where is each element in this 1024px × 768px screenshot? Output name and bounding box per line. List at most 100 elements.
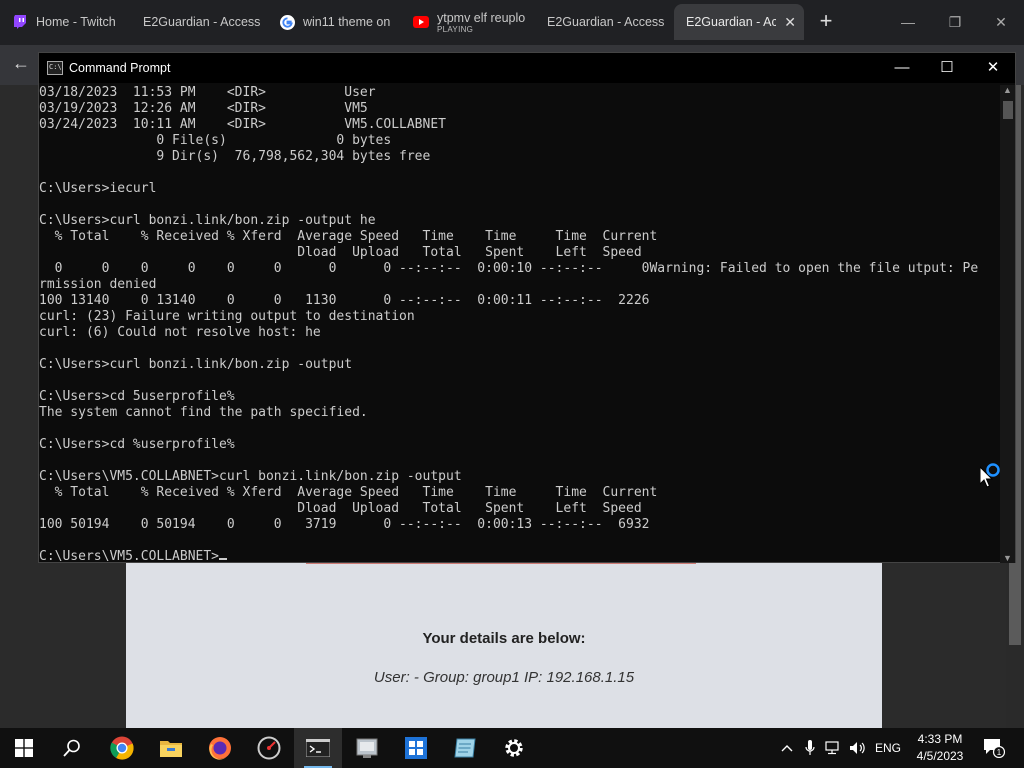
tab-youtube[interactable]: ytpmv elf reuplo PLAYING (401, 4, 531, 40)
minimize-button[interactable]: — (887, 57, 917, 79)
details-heading: Your details are below: (422, 630, 586, 647)
tab-e2guardian-2[interactable]: E2Guardian - Access D (535, 4, 665, 40)
google-icon (279, 14, 295, 30)
console-prompt: C:\Users\VM5.COLLABNET> (39, 549, 220, 563)
command-prompt-window[interactable]: C:\ Command Prompt — ☐ ✕ 03/18/2023 11:5… (38, 52, 1016, 563)
twitch-icon (12, 14, 28, 30)
chevron-up-icon[interactable] (778, 728, 796, 768)
taskbar: ENG 4:33 PM 4/5/2023 1 (0, 728, 1024, 768)
tab-twitch[interactable]: Home - Twitch (0, 4, 130, 40)
tab-title: E2Guardian - Access D (547, 15, 665, 29)
taskbar-speedometer[interactable] (245, 728, 293, 768)
console-line: C:\Users>curl bonzi.link/bon.zip -output… (39, 213, 376, 228)
console-line: 0 0 0 0 0 0 0 0 --:--:-- 0:00:10 --:--:-… (39, 261, 979, 276)
clock[interactable]: 4:33 PM 4/5/2023 (908, 731, 972, 765)
tab-title: E2Guardian - Acce (686, 15, 776, 29)
console-line: C:\Users>cd %userprofile% (39, 437, 235, 452)
tab-playing-label: PLAYING (437, 25, 474, 34)
taskbar-chrome[interactable] (98, 728, 146, 768)
file-explorer-icon (160, 741, 182, 757)
chrome-icon (110, 736, 134, 760)
console-line: curl: (23) Failure writing output to des… (39, 309, 415, 324)
console-line: curl: (6) Could not resolve host: he (39, 325, 321, 340)
notification-button[interactable]: 1 (980, 728, 1008, 768)
busy-cursor-icon (980, 463, 1000, 488)
taskbar-firefox[interactable] (196, 728, 244, 768)
console-prompt-line[interactable]: C:\Users\VM5.COLLABNET> (39, 549, 999, 563)
console-line: C:\Users>iecurl (39, 181, 157, 196)
tab-e2guardian-1[interactable]: E2Guardian - Access D (131, 4, 261, 40)
app-icon (356, 738, 378, 758)
tab-title: Home - Twitch (36, 15, 116, 29)
taskbar-file-explorer[interactable] (147, 728, 195, 768)
close-icon[interactable]: ✕ (784, 14, 796, 31)
speedometer-icon (257, 736, 281, 760)
maximize-button[interactable]: ☐ (932, 57, 962, 79)
browser-minimize-button[interactable]: — (893, 8, 923, 36)
firefox-icon (209, 737, 231, 760)
tab-title: ytpmv elf reuplo (437, 11, 526, 25)
taskbar-settings[interactable] (490, 728, 538, 768)
console-line: 03/19/2023 12:26 AM <DIR> VM5 (39, 101, 368, 116)
start-icon (15, 739, 33, 757)
console-line: 03/24/2023 10:11 AM <DIR> VM5.COLLABNET (39, 117, 446, 132)
console-line: The system cannot find the path specifie… (39, 405, 368, 420)
taskbar-command-prompt[interactable] (294, 728, 342, 768)
close-button[interactable]: ✕ (978, 57, 1008, 79)
taskbar-windows-app[interactable] (392, 728, 440, 768)
command-prompt-icon (306, 739, 330, 757)
console-line: 03/18/2023 11:53 PM <DIR> User (39, 85, 376, 100)
window-title: Command Prompt (69, 61, 171, 75)
settings-icon (505, 739, 523, 757)
command-prompt-icon: C:\ (47, 61, 63, 75)
tab-win11-theme[interactable]: win11 theme on (267, 4, 397, 40)
console-line: rmission denied (39, 277, 157, 292)
scroll-thumb[interactable] (1003, 101, 1013, 119)
tab-title: win11 theme on (303, 15, 391, 29)
network-icon[interactable] (824, 728, 844, 768)
volume-icon[interactable] (848, 728, 868, 768)
browser-tab-strip: Home - Twitch E2Guardian - Access D win1… (0, 0, 1024, 45)
details-line: User: - Group: group1 IP: 192.168.1.15 (373, 669, 635, 686)
scroll-down-icon[interactable]: ▼ (1003, 553, 1012, 563)
language-indicator[interactable]: ENG (872, 728, 904, 768)
console-line: C:\Users>cd 5userprofile% (39, 389, 235, 404)
console-line: Dload Upload Total Spent Left Speed (39, 501, 642, 516)
scroll-up-icon[interactable]: ▲ (1003, 85, 1012, 95)
tab-e2guardian-active[interactable]: E2Guardian - Acce ✕ (674, 4, 804, 40)
taskbar-app[interactable] (343, 728, 391, 768)
taskbar-notepad[interactable] (441, 728, 489, 768)
console-line: Dload Upload Total Spent Left Speed (39, 245, 642, 260)
youtube-icon (413, 14, 429, 30)
back-arrow-icon[interactable]: ← (12, 53, 30, 74)
console-line: C:\Users\VM5.COLLABNET>curl bonzi.link/b… (39, 469, 462, 484)
console-line: 100 13140 0 13140 0 0 1130 0 --:--:-- 0:… (39, 293, 650, 308)
clock-date: 4/5/2023 (916, 749, 964, 763)
console-line: C:\Users>curl bonzi.link/bon.zip -output (39, 357, 353, 372)
search-icon (63, 739, 80, 757)
clock-time: 4:33 PM (917, 732, 963, 746)
console-line: 0 File(s) 0 bytes (39, 133, 392, 148)
text-cursor (219, 558, 228, 560)
microphone-icon[interactable] (802, 728, 818, 768)
console-line: 100 50194 0 50194 0 0 3719 0 --:--:-- 0:… (39, 517, 650, 532)
notepad-icon (454, 738, 476, 758)
browser-close-button[interactable]: ✕ (986, 8, 1016, 36)
browser-restore-button[interactable]: ❐ (940, 8, 970, 36)
search-button[interactable] (48, 728, 96, 768)
tab-title: E2Guardian - Access D (143, 15, 261, 29)
new-tab-button[interactable]: + (815, 10, 837, 34)
console-line: % Total % Received % Xferd Average Speed… (39, 485, 658, 500)
start-button[interactable] (0, 728, 48, 768)
command-prompt-titlebar[interactable]: C:\ Command Prompt — ☐ ✕ (39, 53, 1015, 83)
console-line: 9 Dir(s) 76,798,562,304 bytes free (39, 149, 431, 164)
console-output[interactable]: 03/18/2023 11:53 PM <DIR> User 03/19/2023… (39, 85, 999, 563)
notification-count: 1 (997, 748, 1002, 757)
